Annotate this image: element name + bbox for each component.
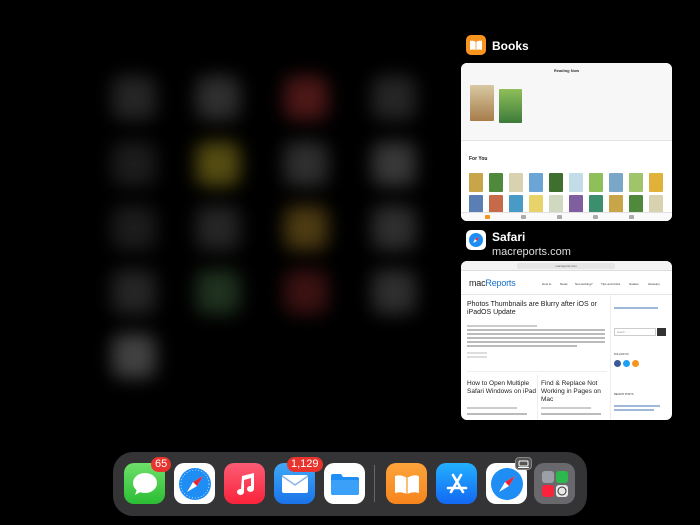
- books-card-header[interactable]: Books: [466, 35, 529, 55]
- for-you-book-cover: [529, 173, 543, 192]
- for-you-book-cover: [489, 173, 503, 192]
- tab-icon: [593, 215, 598, 219]
- article-title: Find & Replace Not Working in Pages on M…: [541, 380, 601, 403]
- blurred-app-icon: [112, 334, 156, 378]
- tab-icon: [557, 215, 562, 219]
- facebook-icon: [614, 360, 621, 367]
- text-line: [467, 341, 605, 343]
- files-icon[interactable]: [324, 463, 365, 504]
- recent-posts-label: RECENT POSTS: [614, 393, 634, 396]
- books-app-card[interactable]: Reading Now For You: [461, 63, 672, 221]
- sidebar-search-box: Search ...: [614, 328, 656, 336]
- nav-link: Guides: [629, 282, 639, 286]
- for-you-book-cover: [589, 173, 603, 192]
- messages-badge: 65: [151, 457, 172, 472]
- app-library-icon[interactable]: [534, 463, 575, 504]
- mail-badge: 1,129: [287, 457, 323, 472]
- app-store-icon[interactable]: [436, 463, 477, 504]
- safari-card-header[interactable]: Safari macreports.com: [466, 230, 571, 258]
- twitter-icon: [623, 360, 630, 367]
- blurred-app-icon: [372, 76, 416, 120]
- blurred-app-icon: [112, 142, 156, 186]
- for-you-book-cover: [549, 173, 563, 192]
- for-you-book-cover: [609, 173, 623, 192]
- books-tab-bar: [461, 212, 672, 221]
- safari-app-card[interactable]: macreports.com macReports How to News No…: [461, 261, 672, 420]
- text-line: [467, 356, 487, 358]
- blurred-app-icon: [112, 206, 156, 250]
- text-line: [467, 407, 517, 409]
- article-title: How to Open Multiple Safari Windows on i…: [467, 380, 537, 395]
- logo-prefix: mac: [469, 278, 486, 288]
- blurred-app-icon: [284, 76, 328, 120]
- nav-link: Not working?: [575, 282, 593, 286]
- for-you-book-cover: [629, 173, 643, 192]
- text-line: [541, 413, 601, 415]
- text-line: [467, 345, 577, 347]
- follow-us-label: FOLLOW US: [614, 353, 629, 356]
- handoff-badge-icon: [515, 457, 532, 470]
- book-cover: [499, 89, 522, 123]
- book-cover: [470, 85, 494, 121]
- tab-icon: [485, 215, 490, 219]
- nav-link: Tips and tricks: [601, 282, 621, 286]
- reading-now-section: Reading Now: [461, 63, 672, 141]
- books-icon: [466, 35, 486, 55]
- blurred-app-icon: [112, 76, 156, 120]
- text-line: [614, 409, 654, 411]
- browser-toolbar: macreports.com: [461, 261, 672, 271]
- blurred-app-icon: [284, 142, 328, 186]
- blurred-app-icon: [196, 206, 240, 250]
- text-line: [467, 325, 537, 327]
- text-line: [614, 405, 660, 407]
- text-line: [541, 407, 591, 409]
- divider: [467, 371, 607, 372]
- safari-card-title: Safari: [492, 230, 526, 244]
- blurred-app-icon: [112, 270, 156, 314]
- safari-dock-icon[interactable]: [174, 463, 215, 504]
- blurred-app-icon: [284, 206, 328, 250]
- blurred-app-icon: [372, 206, 416, 250]
- blurred-app-icon: [196, 76, 240, 120]
- for-you-title: For You: [469, 156, 488, 162]
- for-you-book-cover: [649, 173, 663, 192]
- sidebar-search-placeholder: Search ...: [617, 331, 628, 334]
- sidebar-search-button: [657, 328, 666, 336]
- blurred-app-icon: [372, 270, 416, 314]
- tab-icon: [629, 215, 634, 219]
- books-card-title: Books: [492, 39, 529, 53]
- blurred-app-icon: [196, 270, 240, 314]
- tab-icon: [521, 215, 526, 219]
- for-you-book-cover: [469, 173, 483, 192]
- music-icon[interactable]: [224, 463, 265, 504]
- nav-link: How to: [542, 282, 552, 286]
- blurred-app-icon: [196, 142, 240, 186]
- blurred-app-icon: [284, 270, 328, 314]
- site-header: macReports How to News Not working? Tips…: [461, 271, 672, 295]
- safari-icon: [466, 230, 486, 250]
- divider: [537, 375, 538, 420]
- rss-icon: [632, 360, 639, 367]
- sidebar-divider: [610, 295, 611, 420]
- blurred-app-icon: [372, 142, 416, 186]
- nav-link: Glossary: [648, 282, 660, 286]
- safari-card-subtitle: macreports.com: [492, 246, 571, 258]
- reading-now-title: Reading Now: [553, 68, 580, 73]
- address-bar: macreports.com: [517, 263, 615, 269]
- text-line: [467, 413, 527, 415]
- text-line: [467, 333, 605, 335]
- text-line: [614, 307, 658, 309]
- text-line: [467, 329, 605, 331]
- nav-link: News: [560, 282, 568, 286]
- text-line: [467, 352, 487, 354]
- for-you-book-cover: [509, 173, 523, 192]
- article-title: Photos Thumbnails are Blurry after iOS o…: [467, 301, 597, 316]
- logo-suffix: Reports: [485, 278, 516, 288]
- books-dock-icon[interactable]: [386, 463, 427, 504]
- site-logo: macReports: [469, 278, 516, 288]
- for-you-book-cover: [569, 173, 583, 192]
- dock-separator: [374, 465, 375, 502]
- text-line: [467, 337, 605, 339]
